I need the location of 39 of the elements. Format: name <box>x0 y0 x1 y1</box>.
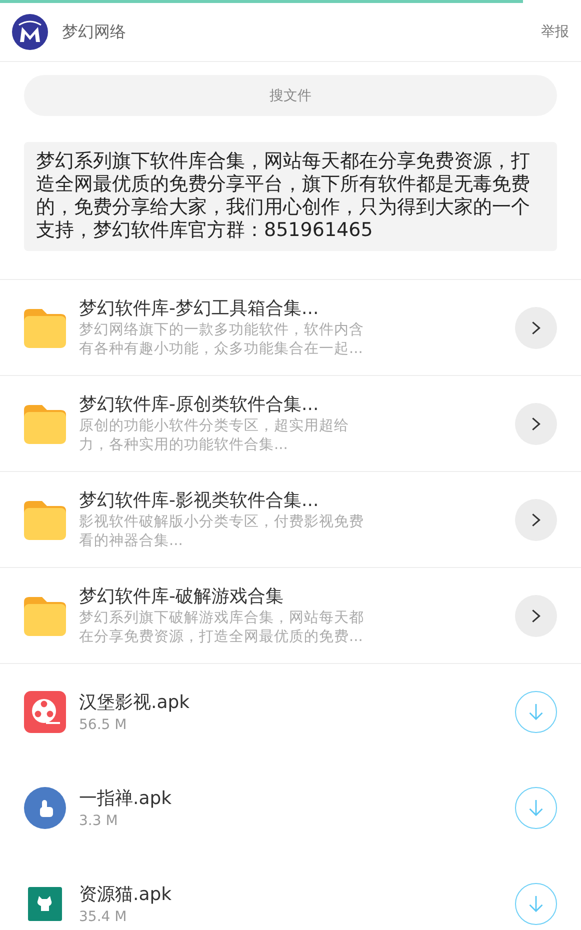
file-size: 56.5 M <box>79 716 128 734</box>
folder-icon <box>24 308 66 348</box>
open-button[interactable] <box>515 594 557 636</box>
chevron-icon <box>531 512 541 528</box>
folder-icon <box>24 596 66 636</box>
folder-icon <box>24 404 66 444</box>
download-button[interactable] <box>515 883 557 925</box>
item-description: 梦幻系列旗下破解游戏库合集，网站每天都在分享免费资源，打造全网最优质的免费... <box>79 609 365 647</box>
item-description: 原创的功能小软件分类专区，超实用超给力，各种实用的功能软件合集... <box>79 417 350 455</box>
item-title: 汉堡影视.apk <box>79 690 191 714</box>
download-icon <box>528 703 544 721</box>
item-title: 梦幻软件库-破解游戏合集 <box>79 585 284 609</box>
file-size: 35.4 M <box>79 908 128 926</box>
item-title: 一指禅.apk <box>79 786 173 810</box>
open-button[interactable] <box>515 402 557 444</box>
folder-icon <box>24 500 66 540</box>
download-button[interactable] <box>515 691 557 733</box>
open-button[interactable] <box>515 498 557 540</box>
notice-bubble: 梦幻系列旗下软件库合集，网站每天都在分享免费资源，打造全网最优质的免费分享平台，旗下所有软件都是无毒免费的，免费分享给大家，我们用心创作，只为得到大家的一个支持，梦幻软件库官方群：851961465 <box>24 142 557 251</box>
download-button[interactable] <box>515 787 557 829</box>
item-title: 梦幻软件库-影视类软件合集... <box>79 489 320 513</box>
logo-icon <box>12 14 48 50</box>
file-size: 3.3 M <box>79 812 119 830</box>
item-description: 梦幻网络旗下的一款多功能软件，软件内含有各种有趣小功能，众多功能集合在一起... <box>79 321 365 359</box>
item-description: 影视软件破解版小分类专区，付费影视免费看的神器合集... <box>79 513 365 551</box>
report-link[interactable]: 举报 <box>541 23 569 41</box>
chevron-icon <box>531 608 541 624</box>
chevron-icon <box>531 320 541 336</box>
search-field[interactable]: 搜文件 <box>24 75 557 116</box>
film-reel-icon <box>24 691 66 733</box>
download-icon <box>528 895 544 913</box>
pointing-hand-icon <box>24 787 66 829</box>
chevron-icon <box>531 416 541 432</box>
open-button[interactable] <box>515 306 557 348</box>
item-title: 资源猫.apk <box>79 882 173 906</box>
site-name: 梦幻网络 <box>62 22 127 42</box>
item-title: 梦幻软件库-梦幻工具箱合集... <box>79 297 320 321</box>
download-icon <box>528 799 544 817</box>
item-title: 梦幻软件库-原创类软件合集... <box>79 393 320 417</box>
